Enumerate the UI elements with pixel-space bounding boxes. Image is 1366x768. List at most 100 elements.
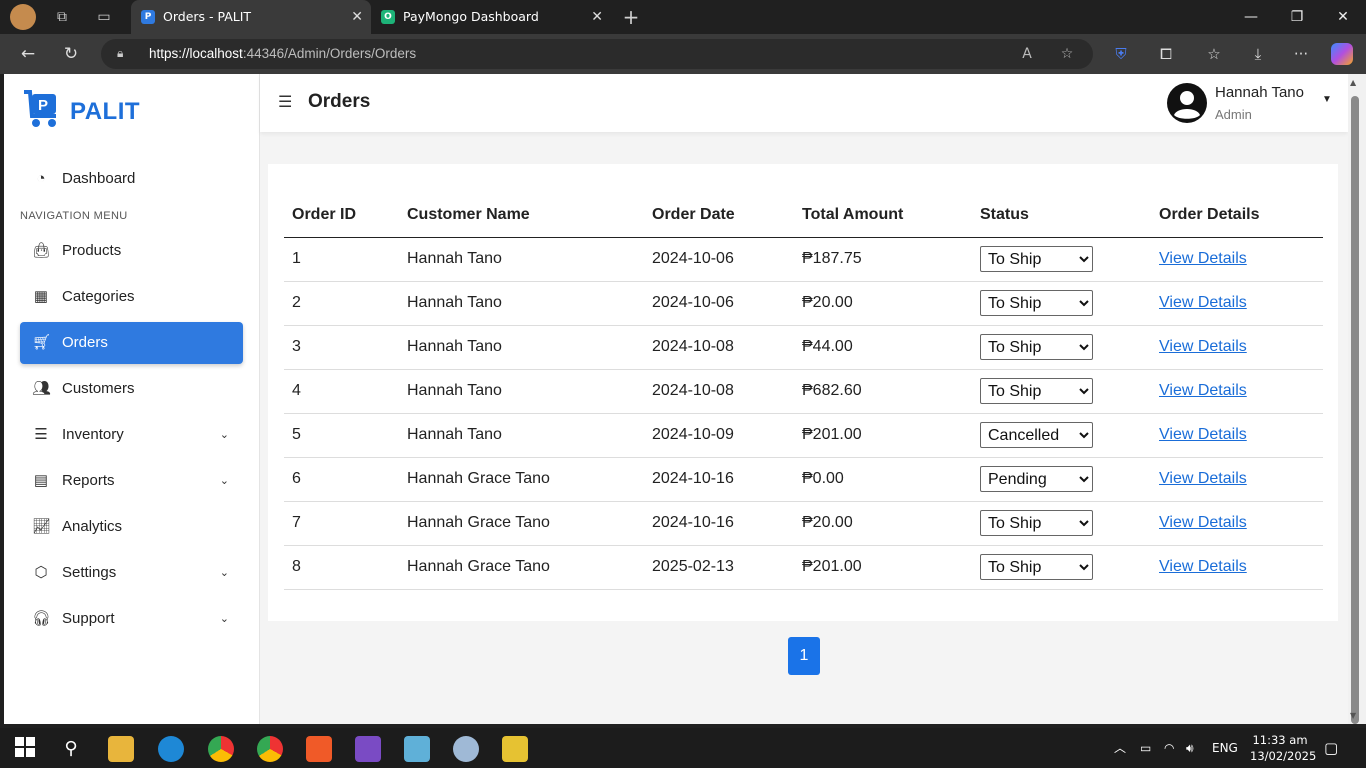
volume-icon[interactable]: 🔊︎	[1186, 728, 1194, 768]
notifications-icon[interactable]: ▢	[1324, 728, 1338, 768]
status-select[interactable]: PendingTo ShipCancelled	[980, 554, 1093, 580]
status-select[interactable]: PendingTo ShipCancelled	[980, 378, 1093, 404]
orders-table: Order ID Customer Name Order Date Total …	[284, 194, 1323, 590]
customer-name-cell: Hannah Grace Tano	[399, 501, 644, 546]
scroll-up-icon[interactable]: ▲	[1350, 78, 1356, 87]
close-window-icon[interactable]: ✕	[1320, 0, 1366, 34]
new-tab-icon[interactable]: +	[619, 6, 643, 28]
back-icon[interactable]: ←	[14, 42, 42, 66]
sidebar-item-label: Customers	[62, 380, 135, 397]
extensions-icon[interactable]: ⧠	[1154, 42, 1178, 66]
sidebar: P PALIT ◔ Dashboard NAVIGATION MENU 👜︎ P…	[4, 74, 260, 724]
more-menu-icon[interactable]: ···	[1289, 42, 1313, 66]
battery-icon[interactable]: ▭	[1140, 728, 1151, 768]
profile-avatar-icon[interactable]	[10, 4, 36, 30]
favorite-star-icon[interactable]: ☆	[1057, 44, 1077, 64]
status-select[interactable]: PendingTo ShipCancelled	[980, 290, 1093, 316]
edge-browser-icon[interactable]	[158, 736, 184, 762]
tab-paymongo[interactable]: O PayMongo Dashboard ✕	[371, 0, 611, 34]
sidebar-item-orders[interactable]: 🛒︎ Orders	[20, 322, 243, 364]
sidebar-item-customers[interactable]: 👥︎ Customers	[20, 368, 243, 410]
extension-shield-icon[interactable]: ⛨	[1109, 42, 1133, 66]
brand-name: PALIT	[70, 98, 141, 125]
sidebar-item-dashboard[interactable]: ◔ Dashboard	[20, 158, 243, 200]
copilot-icon[interactable]	[1331, 43, 1353, 65]
sidebar-item-categories[interactable]: ▦ Categories	[20, 276, 243, 318]
view-details-link[interactable]: View Details	[1159, 250, 1247, 267]
order-date-cell: 2024-10-06	[644, 237, 794, 282]
status-select[interactable]: PendingTo ShipCancelled	[980, 510, 1093, 536]
windows-start-icon[interactable]	[12, 736, 38, 762]
pagination-page-1[interactable]: 1	[788, 637, 820, 675]
nav-menu-header: NAVIGATION MENU	[20, 210, 128, 222]
downloads-icon[interactable]: ⤓	[1246, 42, 1270, 66]
total-amount-cell: ₱201.00	[794, 413, 972, 458]
hamburger-menu-icon[interactable]: ☰	[278, 92, 292, 112]
customer-name-cell: Hannah Tano	[399, 281, 644, 326]
sidebar-item-label: Analytics	[62, 518, 123, 535]
search-icon[interactable]: ⚲	[58, 736, 84, 762]
customer-name-cell: Hannah Tano	[399, 325, 644, 370]
file-explorer-icon[interactable]	[108, 736, 134, 762]
minimize-icon[interactable]: —	[1228, 0, 1274, 34]
customer-name-cell: Hannah Grace Tano	[399, 457, 644, 502]
status-cell: PendingTo ShipCancelled	[972, 501, 1151, 546]
gauge-icon: ◔	[36, 170, 46, 187]
sidebar-item-analytics[interactable]: 📈︎ Analytics	[20, 506, 243, 548]
view-details-link[interactable]: View Details	[1159, 558, 1247, 575]
scroll-down-icon[interactable]: ▼	[1350, 711, 1356, 720]
close-tab-icon[interactable]: ✕	[591, 0, 603, 34]
status-select[interactable]: PendingTo ShipCancelled	[980, 334, 1093, 360]
view-details-link[interactable]: View Details	[1159, 426, 1247, 443]
view-details-link[interactable]: View Details	[1159, 470, 1247, 487]
customer-name-cell: Hannah Tano	[399, 237, 644, 282]
status-select[interactable]: PendingTo ShipCancelled	[980, 466, 1093, 492]
bag-icon: 👜︎	[32, 242, 52, 259]
tab-orders-palit[interactable]: P Orders - PALIT ✕	[131, 0, 371, 34]
sidebar-item-reports[interactable]: ▤ Reports ⌄	[20, 460, 243, 502]
view-details-link[interactable]: View Details	[1159, 338, 1247, 355]
system-clock[interactable]: 11:33 am 13/02/2025	[1250, 732, 1316, 764]
chevron-down-icon: ⌄	[219, 567, 229, 579]
settings-icon: ⬡	[34, 564, 48, 581]
details-cell: View Details	[1151, 501, 1323, 546]
close-tab-icon[interactable]: ✕	[351, 0, 363, 34]
view-details-link[interactable]: View Details	[1159, 382, 1247, 399]
status-select[interactable]: PendingTo ShipCancelled	[980, 246, 1093, 272]
restore-icon[interactable]: ❐	[1274, 0, 1320, 34]
customer-name-cell: Hannah Tano	[399, 369, 644, 414]
tab-actions-icon[interactable]: ▭	[92, 6, 116, 28]
caret-down-icon[interactable]: ▼	[1322, 94, 1332, 105]
show-hidden-icons-icon[interactable]: ︿	[1114, 728, 1126, 768]
scrollbar-thumb[interactable]	[1351, 96, 1359, 724]
details-cell: View Details	[1151, 457, 1323, 502]
notes-app-icon[interactable]	[404, 736, 430, 762]
brave-browser-icon[interactable]	[306, 736, 332, 762]
refresh-icon[interactable]: ↻	[57, 42, 85, 66]
sidebar-item-products[interactable]: 👜︎ Products	[20, 230, 243, 272]
status-cell: PendingTo ShipCancelled	[972, 457, 1151, 502]
status-cell: PendingTo ShipCancelled	[972, 237, 1151, 282]
url-text[interactable]: https://localhost:44346/Admin/Orders/Ord…	[149, 39, 416, 69]
language-indicator[interactable]: ENG	[1212, 728, 1238, 768]
sidebar-item-label: Support	[62, 610, 115, 627]
chrome-profile-icon[interactable]	[208, 736, 234, 762]
read-aloud-icon[interactable]: A	[1017, 44, 1037, 64]
favorites-icon[interactable]: ☆	[1202, 42, 1226, 66]
wifi-icon[interactable]: ◠	[1164, 728, 1174, 768]
view-details-link[interactable]: View Details	[1159, 514, 1247, 531]
status-select[interactable]: PendingTo ShipCancelled	[980, 422, 1093, 448]
workspaces-icon[interactable]: ⧉	[50, 6, 74, 28]
visual-studio-icon[interactable]	[355, 736, 381, 762]
page-scrollbar[interactable]: ▲ ▼	[1348, 74, 1366, 724]
address-bar[interactable]: 🔒︎ https://localhost:44346/Admin/Orders/…	[101, 39, 1093, 69]
sidebar-item-inventory[interactable]: ☰ Inventory ⌄	[20, 414, 243, 456]
sidebar-item-support[interactable]: 🎧︎ Support ⌄	[20, 598, 243, 640]
user-role: Admin	[1215, 107, 1252, 122]
paint-app-icon[interactable]	[453, 736, 479, 762]
snipping-tool-icon[interactable]	[502, 736, 528, 762]
order-date-cell: 2025-02-13	[644, 545, 794, 590]
view-details-link[interactable]: View Details	[1159, 294, 1247, 311]
sidebar-item-settings[interactable]: ⬡ Settings ⌄	[20, 552, 243, 594]
chrome-icon[interactable]	[257, 736, 283, 762]
